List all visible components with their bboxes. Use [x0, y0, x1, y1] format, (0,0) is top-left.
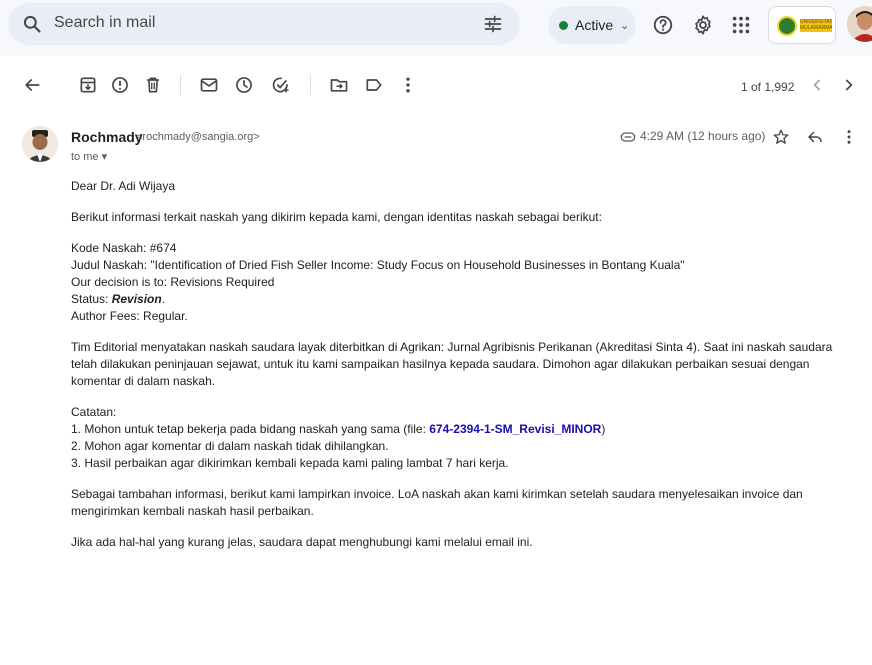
invoice-paragraph: Sebagai tambahan informasi, berikut kami… — [71, 487, 803, 518]
toolbar-divider — [180, 75, 181, 95]
profile-photo-icon — [847, 6, 872, 42]
back-arrow-icon[interactable] — [22, 75, 42, 95]
caret-down-icon: ▾ — [101, 151, 108, 163]
notes-title: Catatan: — [71, 405, 117, 419]
status-value: Revision — [111, 292, 162, 306]
university-logo-icon — [777, 16, 797, 36]
older-chevron-right-icon[interactable] — [838, 75, 858, 95]
mark-unread-mail-icon[interactable] — [199, 75, 219, 95]
manuscript-title: Judul Naskah: "Identification of Dried F… — [71, 258, 685, 272]
decision-line: Our decision is to: Revisions Required — [71, 275, 275, 289]
account-avatar[interactable] — [847, 6, 872, 42]
label-tag-icon[interactable] — [364, 75, 384, 95]
notes-section: Catatan: 1. Mohon untuk tetap bekerja pa… — [71, 404, 861, 472]
message-timestamp: 4:29 AM (12 hours ago) — [640, 129, 766, 143]
help-icon[interactable] — [652, 14, 674, 36]
delete-trash-icon[interactable] — [143, 75, 163, 95]
status-dropdown[interactable]: Active ⌄ — [548, 6, 636, 44]
pagination-text: 1 of 1,992 — [741, 80, 795, 94]
status-prefix: Status: — [71, 292, 112, 306]
snooze-clock-icon[interactable] — [234, 75, 254, 95]
note-1-text: 1. Mohon untuk tetap bekerja pada bidang… — [71, 422, 430, 436]
message-body: Dear Dr. Adi Wijaya Berikut informasi te… — [71, 178, 861, 565]
message-more-options-icon[interactable] — [840, 128, 858, 146]
intro-paragraph: Berikut informasi terkait naskah yang di… — [71, 210, 602, 224]
closing-paragraph: Jika ada hal-hal yang kurang jelas, saud… — [71, 535, 533, 549]
university-wordmark: UNIVERSITAS MULAWARMAN — [800, 19, 832, 32]
reply-icon[interactable] — [806, 128, 824, 146]
newer-chevron-left-icon[interactable] — [808, 75, 828, 95]
star-icon[interactable] — [772, 128, 790, 146]
organization-badge[interactable]: UNIVERSITAS MULAWARMAN — [768, 6, 836, 44]
archive-icon[interactable] — [78, 75, 98, 95]
search-icon[interactable] — [22, 14, 42, 34]
manuscript-code: Kode Naskah: #674 — [71, 241, 177, 255]
toolbar-divider — [310, 75, 311, 95]
report-spam-icon[interactable] — [110, 75, 130, 95]
status-label: Active — [575, 17, 614, 33]
note-1-suffix: ) — [601, 422, 606, 436]
search-bar[interactable]: Search in mail — [8, 3, 520, 45]
manuscript-details: Kode Naskah: #674 Judul Naskah: "Identif… — [71, 240, 861, 325]
status-line: Status: Revision. — [71, 291, 861, 308]
greeting: Dear Dr. Adi Wijaya — [71, 179, 176, 193]
note-2: 2. Mohon agar komentar di dalam naskah t… — [71, 439, 389, 453]
move-to-folder-icon[interactable] — [329, 75, 349, 95]
apps-grid-icon[interactable] — [730, 14, 752, 36]
search-input[interactable]: Search in mail — [54, 14, 155, 32]
chevron-down-icon: ⌄ — [620, 20, 630, 32]
filter-options-icon[interactable] — [483, 14, 503, 34]
author-fees-line: Author Fees: Regular. — [71, 309, 188, 323]
revision-file-link[interactable]: 674-2394-1-SM_Revisi_MINOR — [429, 422, 601, 436]
note-3: 3. Hasil perbaikan agar dikirimkan kemba… — [71, 456, 509, 470]
add-task-icon[interactable] — [271, 75, 291, 95]
sender-name: Rochmady — [71, 129, 143, 145]
recipients-label: to me — [71, 151, 99, 163]
sender-avatar[interactable] — [22, 126, 58, 162]
note-1: 1. Mohon untuk tetap bekerja pada bidang… — [71, 421, 861, 438]
sender-photo-icon — [22, 126, 58, 162]
attachment-icon — [620, 132, 636, 142]
status-dot — [559, 21, 568, 30]
recipients-toggle[interactable]: to me ▾ — [71, 150, 107, 163]
editorial-paragraph: Tim Editorial menyatakan naskah saudara … — [71, 340, 833, 388]
sender-email: <rochmady@sangia.org> — [136, 131, 260, 143]
status-suffix: . — [161, 292, 166, 306]
top-bar: Search in mail Active ⌄ UNIVERSITAS MULA… — [0, 0, 872, 56]
settings-gear-icon[interactable] — [692, 14, 714, 36]
more-options-vertical-icon[interactable] — [398, 75, 418, 95]
